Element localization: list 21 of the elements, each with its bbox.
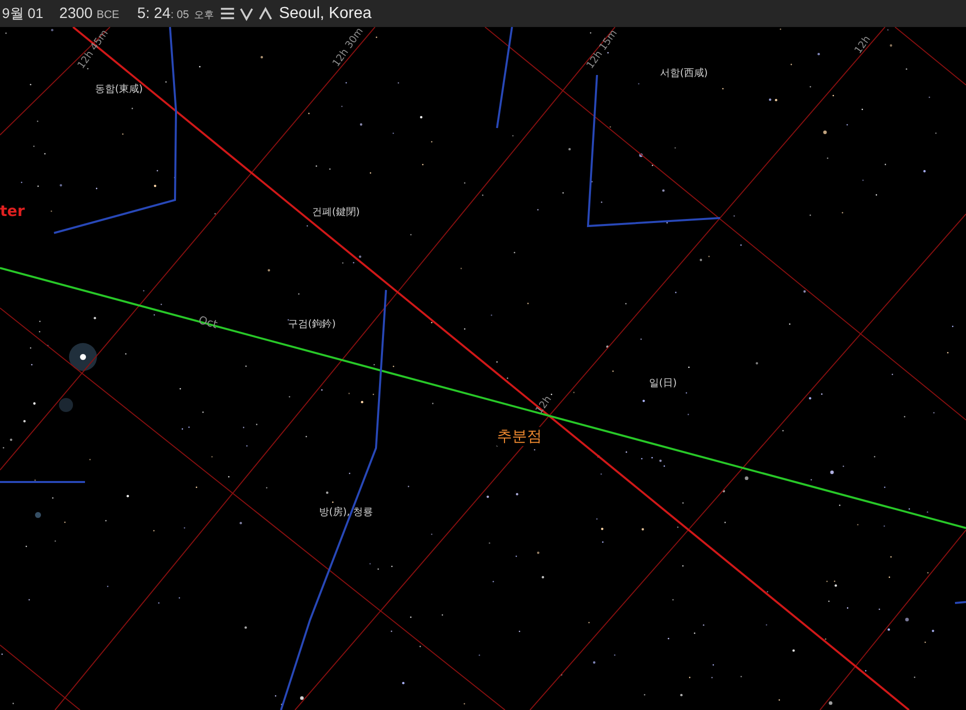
seconds-text: : 05 <box>170 9 189 21</box>
era-text: BCE <box>96 9 120 21</box>
asterism-label: 방(房), 청룡 <box>319 506 374 519</box>
asterism-label: 서함(西咸) <box>660 66 708 80</box>
time-text[interactable]: 5: 24 <box>137 5 171 22</box>
chevron-down-icon[interactable] <box>238 6 254 21</box>
menu-icon[interactable] <box>220 6 235 21</box>
month-label: Oct <box>197 314 219 332</box>
asterism-label: 구검(鉤鈐) <box>288 318 336 331</box>
chevron-up-icon[interactable] <box>258 6 273 21</box>
grid-label: 12h <box>534 394 554 416</box>
grid-label: 12h <box>853 34 873 56</box>
year-text[interactable]: 2300 <box>59 5 93 22</box>
equinox-label: 추분점 <box>497 427 542 446</box>
date-text[interactable]: 9월 01 <box>2 4 44 22</box>
meridiem-text: 오후 <box>194 8 214 22</box>
asterism-label: 동함(東咸) <box>95 82 143 96</box>
location-text[interactable]: Seoul, Korea <box>278 4 372 22</box>
planet-label: ter <box>0 202 25 220</box>
asterism-label: 일(日) <box>649 377 677 390</box>
asterism-label: 건폐(鍵閉) <box>312 206 360 219</box>
